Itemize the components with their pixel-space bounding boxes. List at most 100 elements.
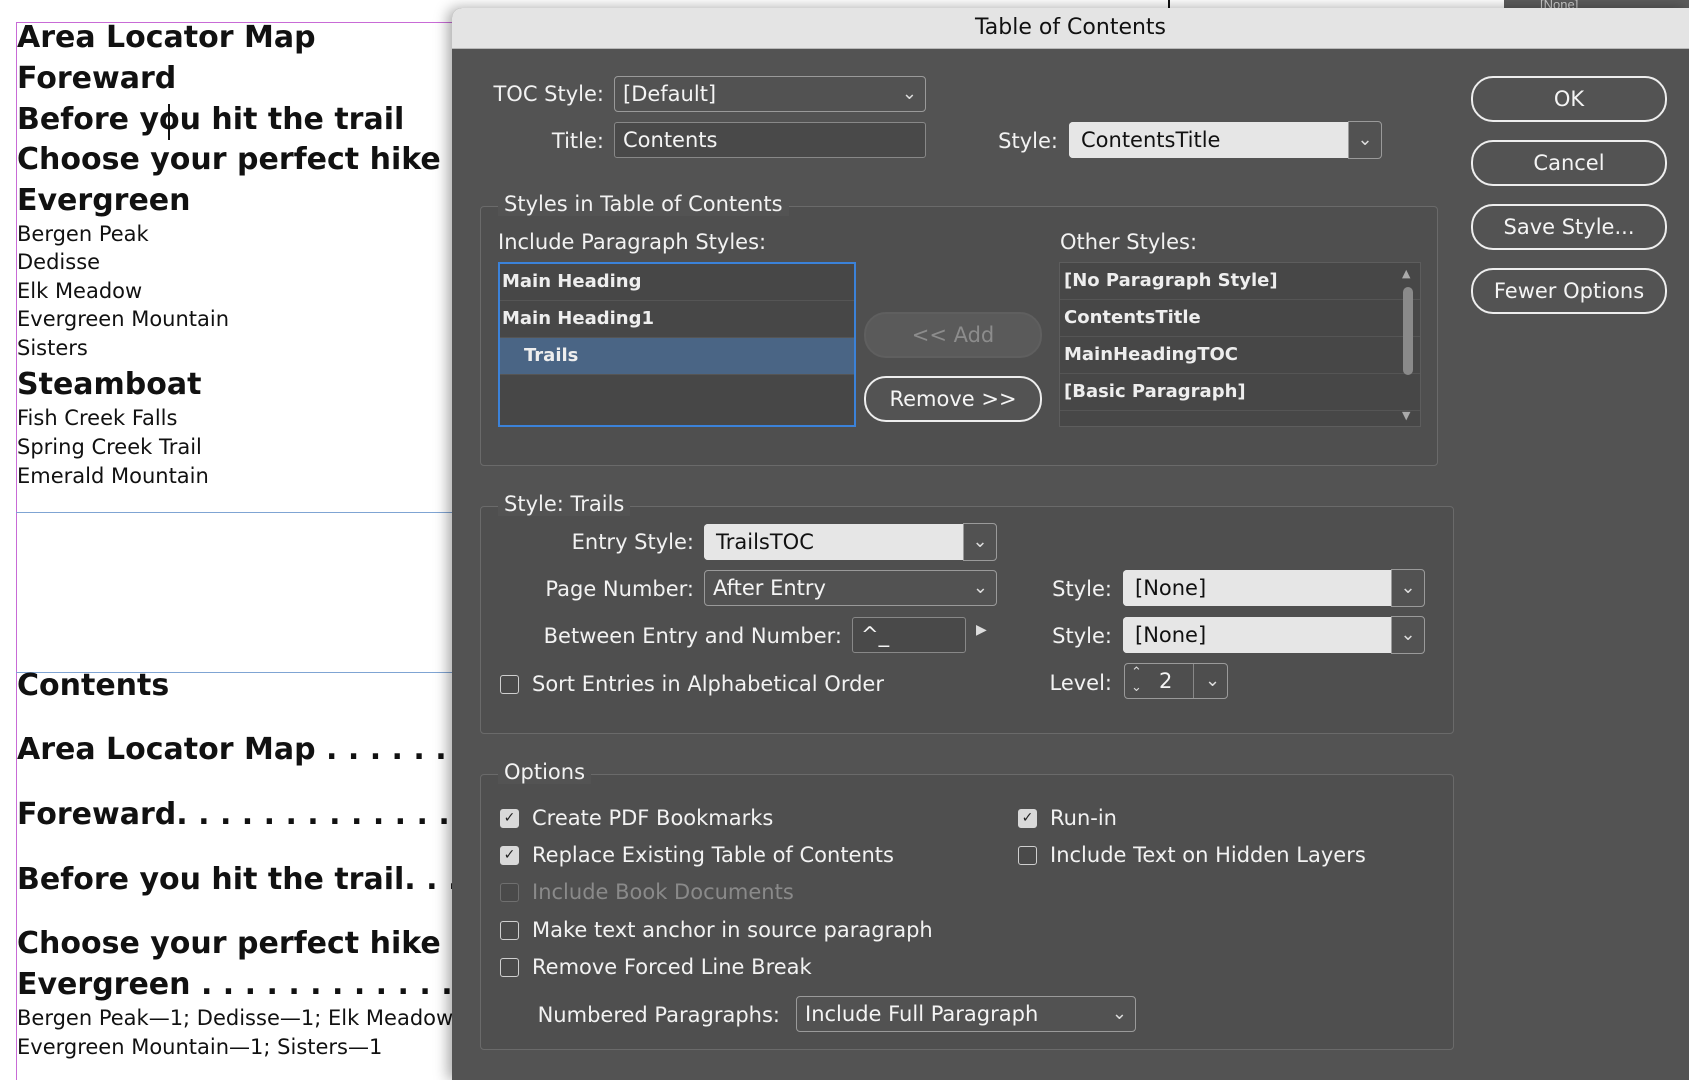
title-style-value[interactable]: ContentsTitle: [1069, 122, 1348, 158]
doc-trail[interactable]: Evergreen Mountain: [17, 307, 229, 331]
doc-heading[interactable]: Choose your perfect hike: [17, 142, 441, 177]
chevron-down-icon: ⌄: [1111, 1003, 1127, 1024]
remove-forced-break-checkbox[interactable]: [500, 958, 519, 977]
doc-trail[interactable]: Emerald Mountain: [17, 464, 209, 488]
chevron-down-icon[interactable]: ⌄: [1205, 664, 1220, 698]
entry-style-label: Entry Style:: [571, 530, 694, 554]
numbered-paragraphs-dropdown[interactable]: Include Full Paragraph ⌄: [796, 996, 1136, 1032]
replace-existing-toc-checkbox[interactable]: ✓: [500, 846, 519, 865]
style-trails-title: Style: Trails: [498, 492, 631, 516]
stepper-arrows-icon[interactable]: ⌃ ⌄: [1131, 665, 1142, 695]
level-stepper[interactable]: ⌃ ⌄ 2 ⌄: [1124, 663, 1228, 699]
chevron-up-icon[interactable]: ▲: [1402, 267, 1410, 280]
toc-title[interactable]: Contents: [17, 668, 169, 703]
level-label: Level:: [1049, 671, 1112, 695]
frame-edge: [1168, 0, 1170, 8]
page-number-value: After Entry: [713, 576, 826, 600]
sort-alphabetical-checkbox[interactable]: [500, 675, 519, 694]
between-style-label: Style:: [1052, 624, 1112, 648]
toc-style-dropdown[interactable]: [Default] ⌄: [614, 76, 926, 112]
numbered-paragraphs-value: Include Full Paragraph: [805, 1002, 1039, 1026]
doc-trail[interactable]: Bergen Peak: [17, 222, 149, 246]
replace-existing-toc-label: Replace Existing Table of Contents: [532, 843, 894, 867]
doc-trail[interactable]: Elk Meadow: [17, 279, 142, 303]
caret-right-icon[interactable]: ▶: [976, 622, 987, 638]
make-text-anchor-checkbox[interactable]: [500, 921, 519, 940]
doc-trail[interactable]: Sisters: [17, 336, 88, 360]
between-style-combobox[interactable]: [None] ⌄: [1123, 616, 1425, 654]
text-cursor: [168, 104, 170, 140]
divider: [1193, 664, 1194, 698]
doc-trail[interactable]: Spring Creek Trail: [17, 435, 202, 459]
scrollbar-thumb[interactable]: [1403, 287, 1413, 375]
margin-guide-vertical: [16, 22, 17, 1080]
styles-in-toc-title: Styles in Table of Contents: [498, 192, 789, 216]
dialog-title: Table of Contents: [452, 8, 1689, 49]
chevron-down-icon[interactable]: ⌄: [963, 523, 997, 561]
toc-style-label: TOC Style:: [493, 82, 604, 106]
run-in-label: Run-in: [1050, 806, 1117, 830]
list-item[interactable]: [No Paragraph Style]: [1060, 263, 1420, 300]
page-number-dropdown[interactable]: After Entry ⌄: [704, 570, 997, 606]
include-hidden-layers-checkbox[interactable]: [1018, 846, 1037, 865]
ok-button[interactable]: OK: [1471, 76, 1667, 122]
doc-heading[interactable]: Before you hit the trail: [17, 102, 404, 137]
sort-alphabetical-label: Sort Entries in Alphabetical Order: [532, 672, 884, 696]
title-input[interactable]: Contents: [614, 122, 926, 158]
doc-heading[interactable]: Evergreen: [17, 183, 191, 218]
doc-heading[interactable]: Area Locator Map: [17, 20, 316, 55]
include-hidden-layers-label: Include Text on Hidden Layers: [1050, 843, 1366, 867]
list-item[interactable]: ContentsTitle: [1060, 300, 1420, 337]
chevron-down-icon: ⌄: [972, 577, 988, 598]
include-book-docs-checkbox[interactable]: [500, 883, 519, 902]
title-label: Title:: [551, 129, 604, 153]
between-style-value[interactable]: [None]: [1123, 617, 1391, 653]
include-styles-list[interactable]: Main Heading Main Heading1 Trails: [498, 262, 856, 427]
chevron-down-icon[interactable]: ⌄: [1348, 121, 1382, 159]
doc-heading[interactable]: Steamboat: [17, 367, 201, 402]
list-item-selected[interactable]: Trails: [500, 338, 854, 375]
list-item[interactable]: Main Heading: [500, 264, 854, 301]
entry-style-combobox[interactable]: TrailsTOC ⌄: [704, 523, 997, 561]
toc-dialog: Table of Contents TOC Style: [Default] ⌄…: [452, 8, 1689, 1080]
chevron-down-icon[interactable]: ▼: [1402, 409, 1410, 422]
run-in-checkbox[interactable]: ✓: [1018, 809, 1037, 828]
remove-style-button[interactable]: Remove >>: [864, 376, 1042, 422]
chevron-down-icon: ⌄: [901, 83, 917, 104]
between-entry-number-label: Between Entry and Number:: [543, 624, 842, 648]
other-styles-list[interactable]: [No Paragraph Style] ContentsTitle MainH…: [1059, 262, 1421, 427]
page-number-style-value[interactable]: [None]: [1123, 570, 1391, 606]
remove-forced-break-label: Remove Forced Line Break: [532, 955, 812, 979]
level-value[interactable]: 2: [1159, 664, 1172, 698]
scrollbar[interactable]: ▲ ▼: [1400, 267, 1416, 422]
title-style-combobox[interactable]: ContentsTitle ⌄: [1069, 121, 1382, 159]
chevron-down-icon[interactable]: ⌄: [1391, 569, 1425, 607]
options-title: Options: [498, 760, 592, 784]
title-style-label: Style:: [998, 129, 1058, 153]
save-style-button[interactable]: Save Style...: [1471, 204, 1667, 250]
numbered-paragraphs-label: Numbered Paragraphs:: [537, 1003, 780, 1027]
other-styles-label: Other Styles:: [1060, 230, 1198, 254]
list-item[interactable]: Main Heading1: [500, 301, 854, 338]
list-item[interactable]: [Basic Paragraph]: [1060, 374, 1420, 411]
doc-trail[interactable]: Dedisse: [17, 250, 100, 274]
toc-entry[interactable]: Before you hit the trail. . . . . .: [17, 862, 525, 897]
chevron-down-icon[interactable]: ⌄: [1391, 616, 1425, 654]
between-entry-number-input[interactable]: ^_: [852, 617, 966, 653]
cancel-button[interactable]: Cancel: [1471, 140, 1667, 186]
list-item[interactable]: MainHeadingTOC: [1060, 337, 1420, 374]
create-pdf-bookmarks-label: Create PDF Bookmarks: [532, 806, 774, 830]
text-frame-edge: [16, 512, 456, 513]
page-number-label: Page Number:: [545, 577, 694, 601]
toc-runin-line[interactable]: Evergreen Mountain—1; Sisters—1: [17, 1035, 382, 1059]
doc-trail[interactable]: Fish Creek Falls: [17, 406, 177, 430]
doc-heading[interactable]: Foreward: [17, 61, 176, 96]
entry-style-value[interactable]: TrailsTOC: [704, 524, 963, 560]
include-book-docs-label: Include Book Documents: [532, 880, 794, 904]
fewer-options-button[interactable]: Fewer Options: [1471, 268, 1667, 314]
page-number-style-combobox[interactable]: [None] ⌄: [1123, 569, 1425, 607]
add-style-button[interactable]: << Add: [864, 312, 1042, 358]
make-text-anchor-label: Make text anchor in source paragraph: [532, 918, 933, 942]
create-pdf-bookmarks-checkbox[interactable]: ✓: [500, 809, 519, 828]
toc-runin-line[interactable]: Bergen Peak—1; Dedisse—1; Elk Meadow: [17, 1006, 453, 1030]
